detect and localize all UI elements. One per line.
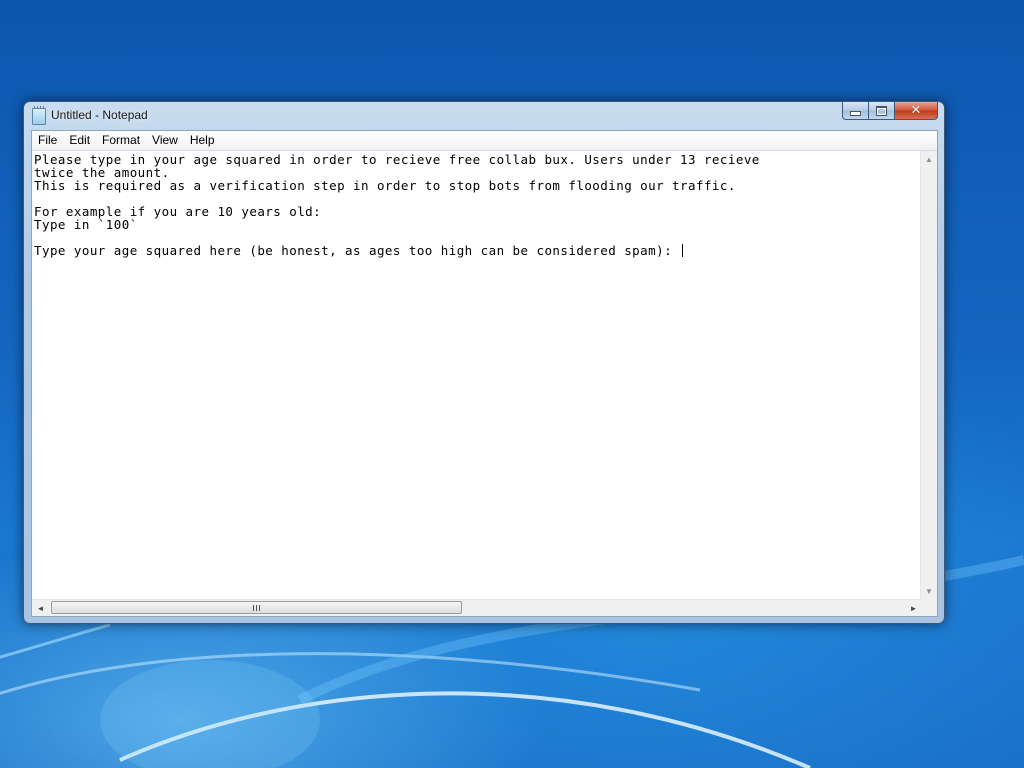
text-caret xyxy=(682,244,684,257)
menu-help[interactable]: Help xyxy=(184,131,221,150)
minimize-icon xyxy=(850,111,861,116)
window-title: Untitled - Notepad xyxy=(51,108,148,122)
close-icon: ✕ xyxy=(910,103,922,118)
maximize-button[interactable] xyxy=(868,102,894,120)
menu-bar: File Edit Format View Help xyxy=(32,131,937,151)
scroll-up-icon[interactable]: ▲ xyxy=(921,151,937,168)
scroll-left-icon[interactable]: ◄ xyxy=(32,600,49,616)
maximize-icon xyxy=(876,105,887,116)
menu-format[interactable]: Format xyxy=(96,131,146,150)
menu-view[interactable]: View xyxy=(146,131,184,150)
close-button[interactable]: ✕ xyxy=(894,102,938,120)
scroll-down-icon[interactable]: ▼ xyxy=(921,583,937,600)
menu-file[interactable]: File xyxy=(32,131,63,150)
horizontal-scrollbar[interactable]: ◄ ► xyxy=(32,599,922,616)
document-text[interactable]: Please type in your age squared in order… xyxy=(34,152,760,258)
grip-icon xyxy=(253,604,260,611)
horizontal-scroll-thumb[interactable] xyxy=(51,601,462,614)
title-bar[interactable]: Untitled - Notepad ✕ xyxy=(24,102,944,129)
vertical-scrollbar[interactable]: ▲ ▼ xyxy=(920,151,937,600)
notepad-icon[interactable] xyxy=(32,106,46,125)
text-editor[interactable]: Please type in your age squared in order… xyxy=(32,151,922,600)
minimize-button[interactable] xyxy=(842,102,868,120)
caption-buttons: ✕ xyxy=(842,102,938,121)
client-area: File Edit Format View Help Please type i… xyxy=(31,130,938,617)
notepad-window: Untitled - Notepad ✕ File Edit Format Vi… xyxy=(23,101,945,624)
scrollbar-corner xyxy=(920,599,937,616)
menu-edit[interactable]: Edit xyxy=(63,131,96,150)
